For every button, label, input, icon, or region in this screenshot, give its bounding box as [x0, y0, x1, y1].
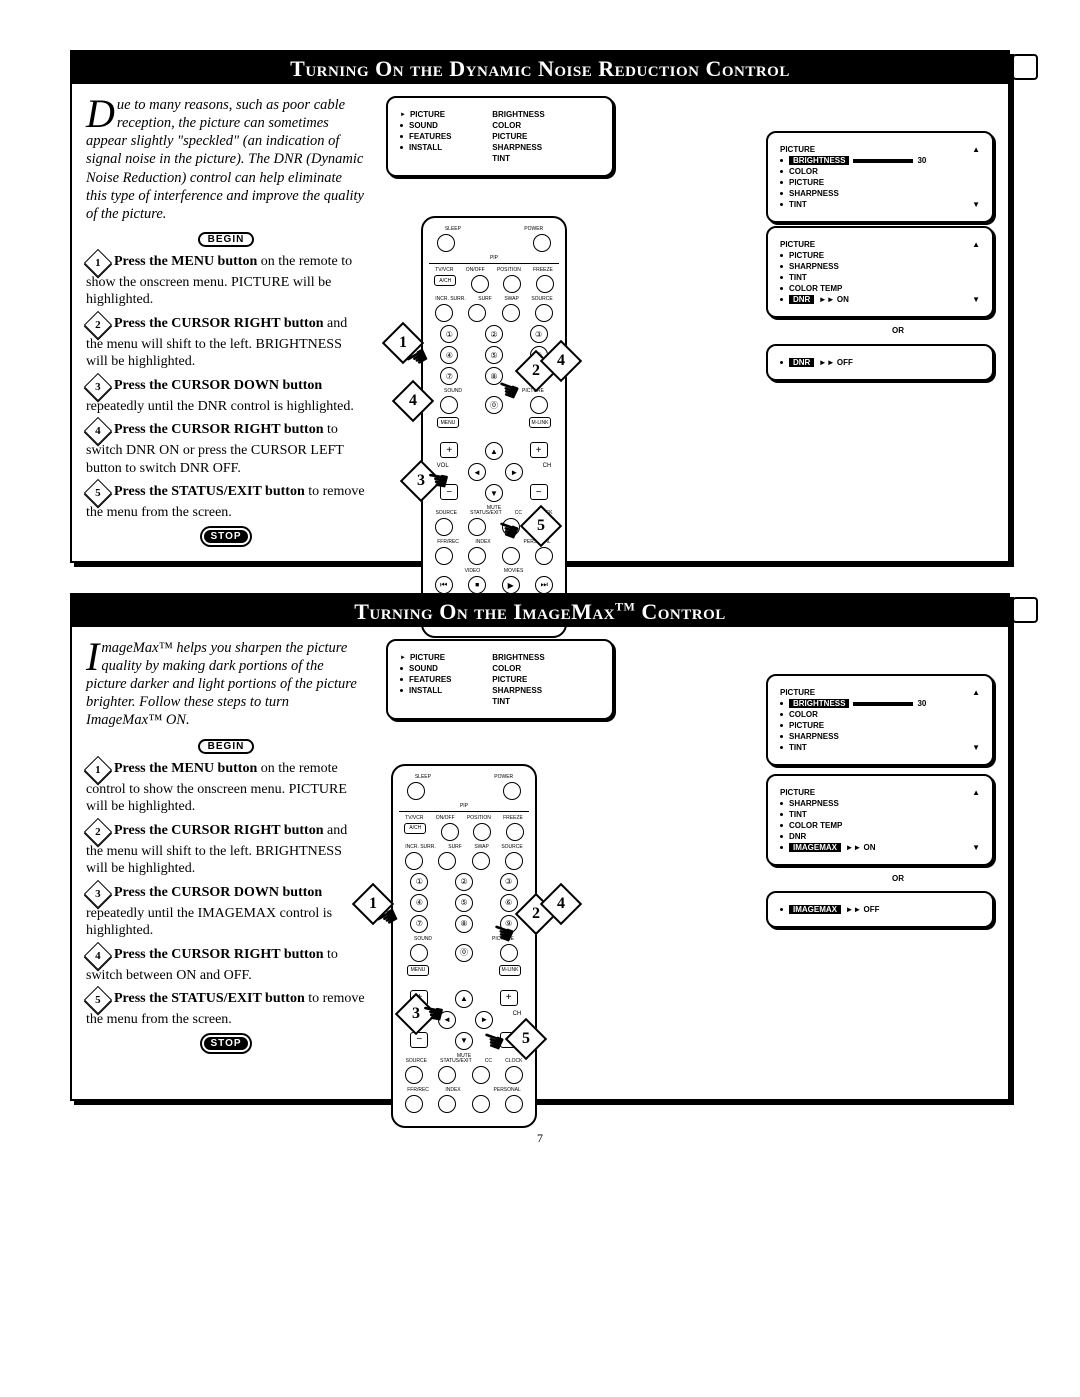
- stop-pill: STOP: [202, 1035, 249, 1052]
- step-5: 5Press the STATUS/EXIT button to remove …: [86, 990, 366, 1029]
- osd-picture-dnr: PICTURE▲ PICTURE SHARPNESS TINT COLOR TE…: [766, 226, 994, 318]
- page-number: 7: [70, 1131, 1010, 1146]
- dropcap: D: [86, 98, 115, 130]
- intro-text: ImageMax™ helps you sharpen the picture …: [86, 639, 366, 730]
- callout-1: 1: [382, 322, 424, 364]
- illustration-area: PICTURE SOUND FEATURES INSTALL BRIGHTNES…: [376, 96, 994, 551]
- remote-control-icon: SLEEPPOWER PIP TV/VCRON/OFFPOSITIONFREEZ…: [421, 216, 567, 638]
- osd-main-menu: PICTURE SOUND FEATURES INSTALL BRIGHTNES…: [386, 639, 614, 720]
- illustration-area: PICTURE SOUND FEATURES INSTALL BRIGHTNES…: [376, 639, 994, 1089]
- instructions-column: ImageMax™ helps you sharpen the picture …: [86, 639, 366, 1089]
- step-4: 4Press the CURSOR RIGHT button to switch…: [86, 421, 366, 477]
- or-label: OR: [892, 326, 904, 335]
- osd-imagemax-off: IMAGEMAX ►► OFF: [766, 891, 994, 928]
- osd-picture-brightness: PICTURE▲ BRIGHTNESS30 COLOR PICTURE SHAR…: [766, 131, 994, 223]
- section-title-pre: Turning On the ImageMax: [354, 599, 615, 624]
- osd-picture-brightness: PICTURE▲ BRIGHTNESS30 COLOR PICTURE SHAR…: [766, 674, 994, 766]
- remote-control-icon: SLEEPPOWER PIP TV/VCRON/OFFPOSITIONFREEZ…: [391, 764, 537, 1128]
- step-2: 2Press the CURSOR RIGHT button and the m…: [86, 822, 366, 878]
- osd-picture-imagemax: PICTURE▲ SHARPNESS TINT COLOR TEMP DNR I…: [766, 774, 994, 866]
- step-1: 1Press the MENU button on the remote to …: [86, 253, 366, 309]
- or-label: OR: [892, 874, 904, 883]
- instructions-column: Due to many reasons, such as poor cable …: [86, 96, 366, 551]
- dropcap: I: [86, 641, 99, 673]
- section-imagemax: Turning On the ImageMaxTM Control ImageM…: [70, 593, 1010, 1101]
- section-title: Turning On the Dynamic Noise Reduction C…: [290, 56, 790, 81]
- title-bar: Turning On the Dynamic Noise Reduction C…: [72, 52, 1008, 84]
- osd-main-menu: PICTURE SOUND FEATURES INSTALL BRIGHTNES…: [386, 96, 614, 177]
- step-3: 3Press the CURSOR DOWN button repeatedly…: [86, 377, 366, 416]
- osd-dnr-off: DNR ►► OFF: [766, 344, 994, 381]
- step-3: 3Press the CURSOR DOWN button repeatedly…: [86, 884, 366, 940]
- intro-text: Due to many reasons, such as poor cable …: [86, 96, 366, 223]
- title-tab-icon: [1012, 597, 1038, 623]
- step-1: 1Press the MENU button on the remote con…: [86, 760, 366, 816]
- title-tab-icon: [1012, 54, 1038, 80]
- stop-pill: STOP: [202, 528, 249, 545]
- begin-pill: BEGIN: [198, 739, 255, 754]
- step-5: 5Press the STATUS/EXIT button to remove …: [86, 483, 366, 522]
- begin-pill: BEGIN: [198, 232, 255, 247]
- step-2: 2Press the CURSOR RIGHT button and the m…: [86, 315, 366, 371]
- title-bar: Turning On the ImageMaxTM Control: [72, 595, 1008, 627]
- step-4: 4Press the CURSOR RIGHT button to switch…: [86, 946, 366, 985]
- section-dnr: Turning On the Dynamic Noise Reduction C…: [70, 50, 1010, 563]
